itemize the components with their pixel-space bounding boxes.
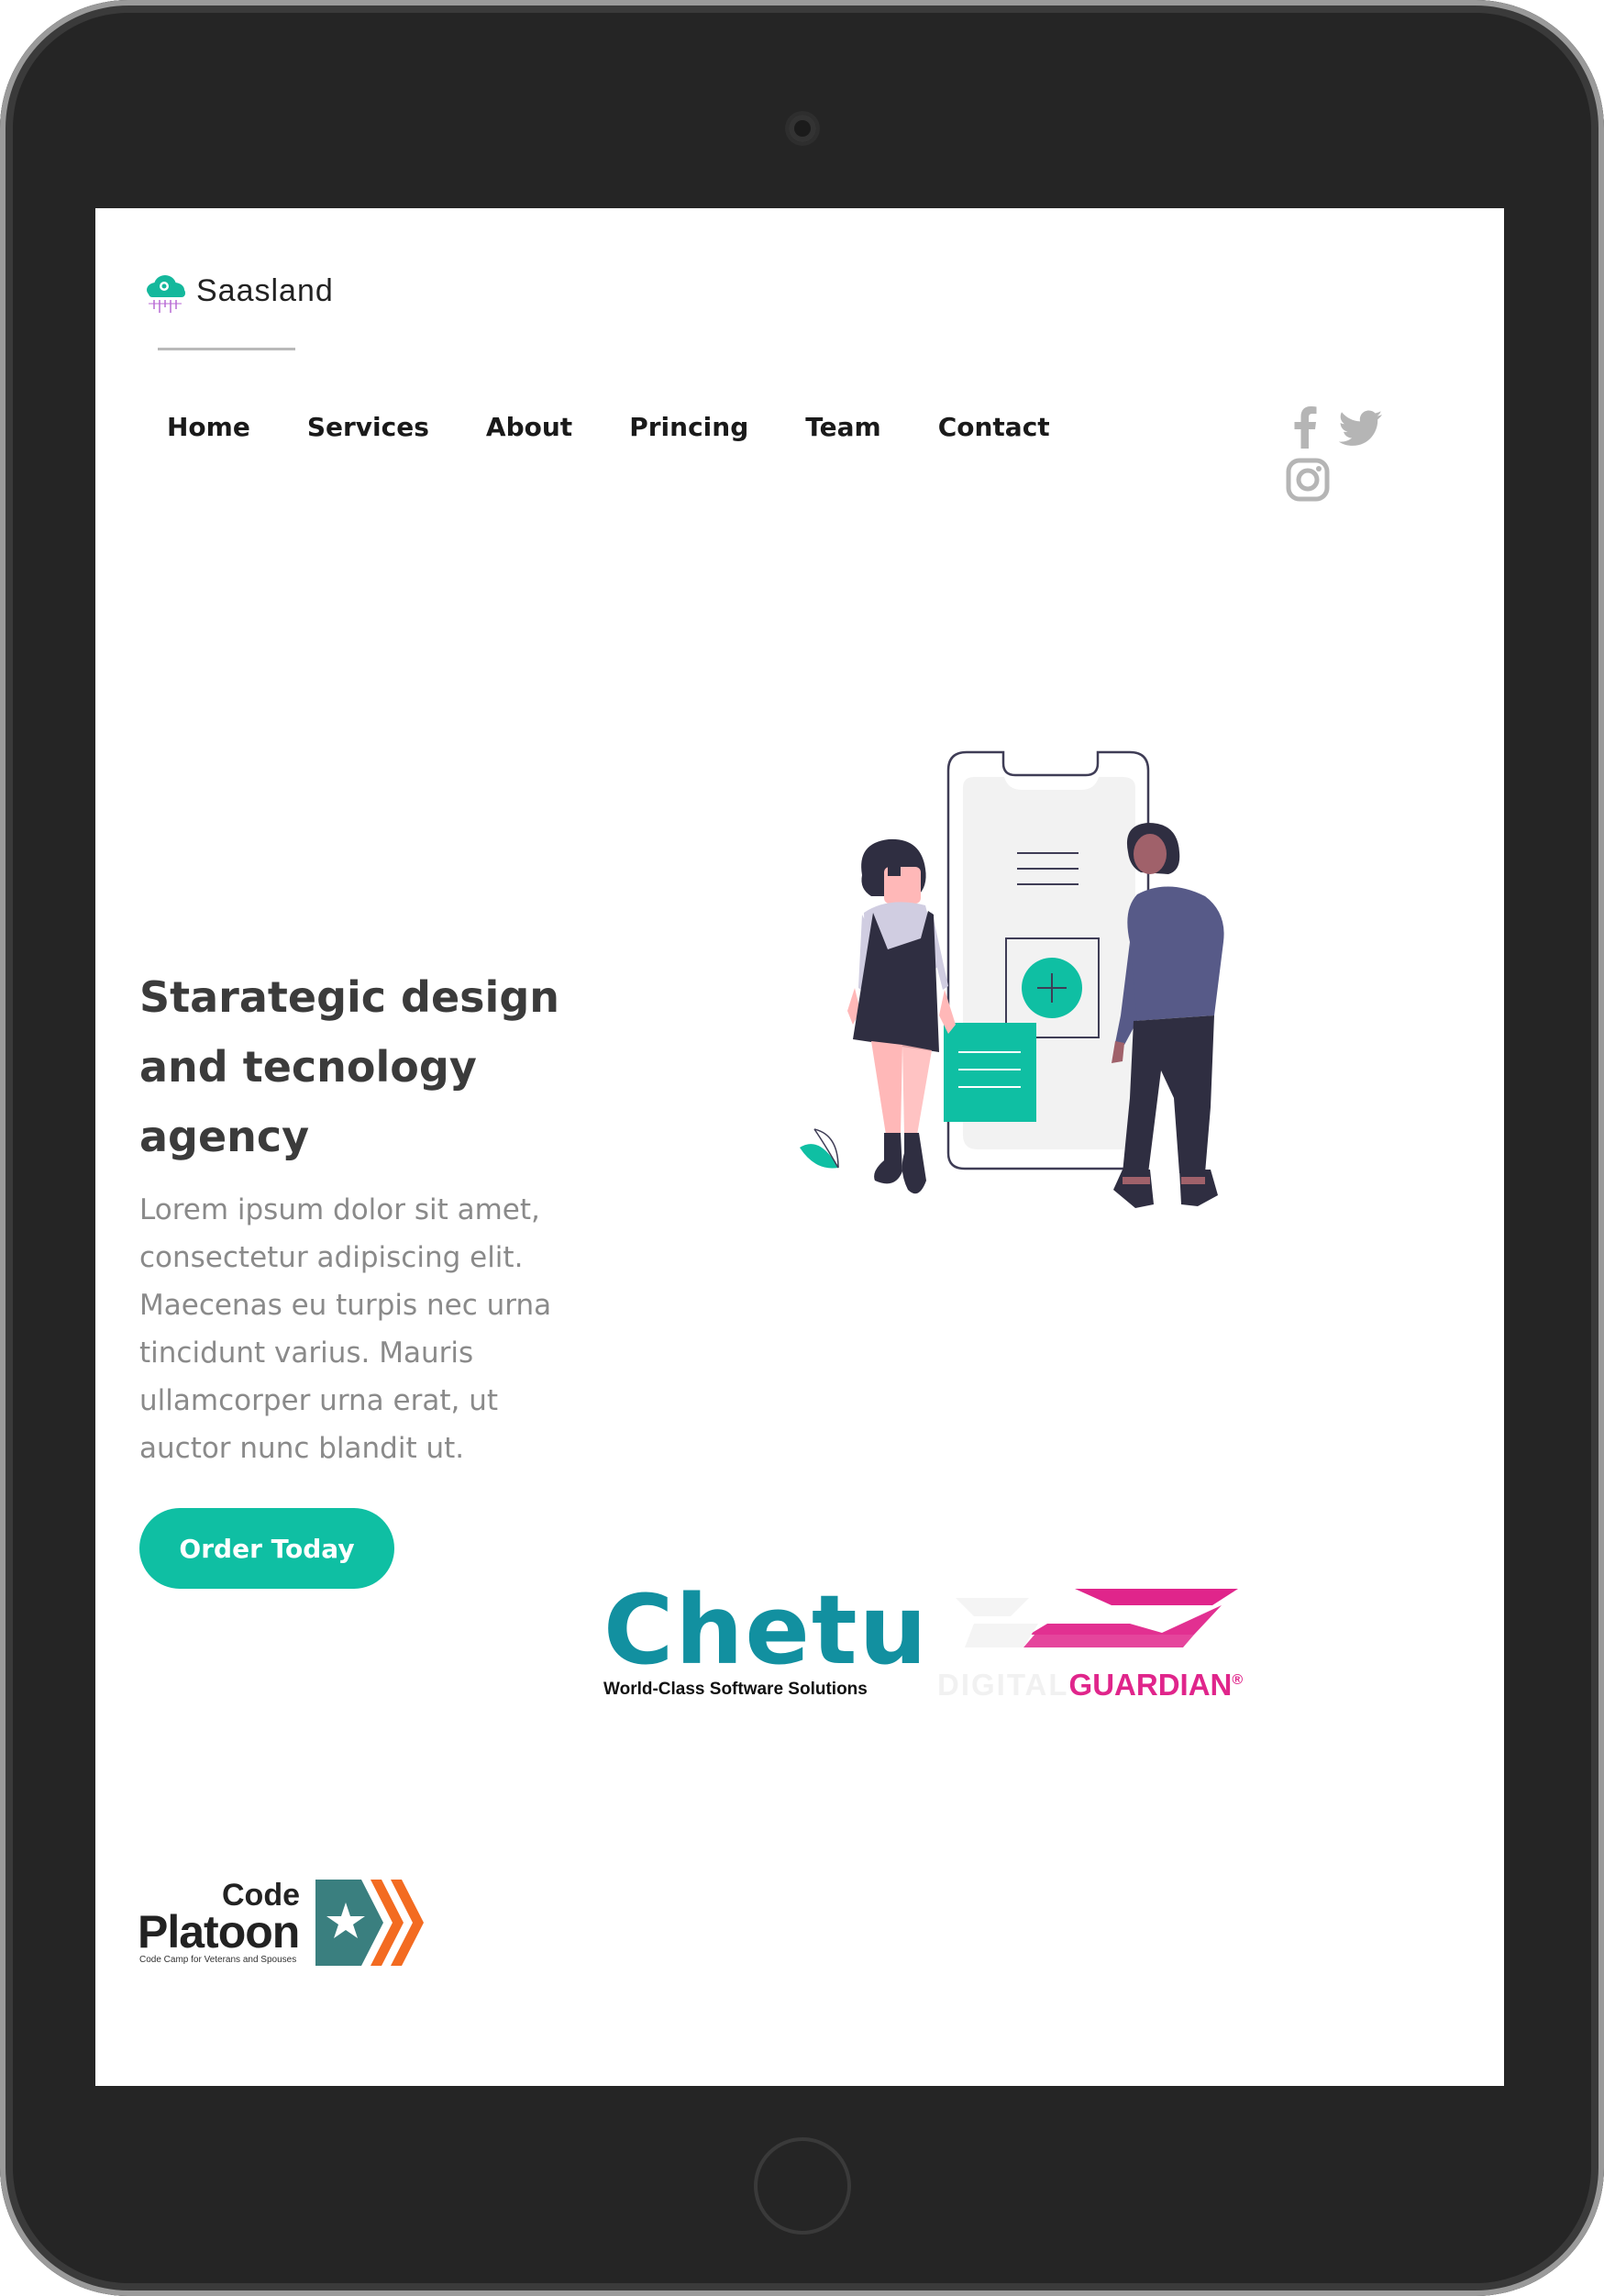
guardian-word: GUARDIAN [1068, 1668, 1233, 1702]
twitter-icon[interactable] [1339, 410, 1383, 447]
woman-figure [847, 838, 956, 1194]
nav-item-services[interactable]: Services [307, 412, 429, 442]
hero-illustration [800, 750, 1224, 1208]
nav-item-pricing[interactable]: Princing [629, 412, 748, 442]
brand-name: Saasland [196, 272, 334, 308]
main-nav: Home Services About Princing Team Contac… [167, 412, 1107, 442]
nav-item-about[interactable]: About [486, 412, 572, 442]
digital-word: DIGITAL [937, 1668, 1069, 1702]
code-platoon-tagline: Code Camp for Veterans and Spouses [139, 1955, 297, 1965]
phone-illustration [944, 750, 1150, 1170]
front-camera [789, 115, 816, 142]
hero-headline: Starategic design and tecnology agency [139, 972, 560, 1161]
screen: Saasland Home Services About Princing Te… [95, 208, 1504, 2086]
logo-divider [158, 348, 295, 350]
leaf-illustration [800, 1128, 839, 1169]
code-platoon-logo: Code Platoon Code Camp for Veterans and … [138, 1878, 431, 1969]
nav-item-team[interactable]: Team [805, 412, 880, 442]
instagram-icon[interactable] [1286, 458, 1330, 502]
registered-mark: ® [1232, 1672, 1244, 1688]
guardian-shield-icon [956, 1589, 1238, 1647]
hero-description: Lorem ipsum dolor sit amet, consectetur … [139, 1193, 552, 1465]
chevron-star-icon [315, 1880, 424, 1966]
chetu-tagline: World-Class Software Solutions [603, 1680, 868, 1699]
platoon-word: Platoon [138, 1906, 300, 1958]
home-button[interactable] [754, 2137, 851, 2235]
digital-guardian-wordmark: DIGITALGUARDIAN® [937, 1668, 1243, 1703]
nav-item-contact[interactable]: Contact [938, 412, 1050, 442]
nav-item-home[interactable]: Home [167, 412, 250, 442]
brand-logo[interactable]: Saasland [141, 265, 334, 316]
facebook-icon[interactable] [1293, 405, 1317, 449]
order-today-button[interactable]: Order Today [139, 1508, 394, 1589]
chetu-wordmark: Chetu [603, 1574, 929, 1686]
digital-guardian-logo: DIGITALGUARDIAN® [937, 1580, 1243, 1702]
cloud-logo-icon [147, 275, 185, 313]
tablet-frame: Saasland Home Services About Princing Te… [0, 0, 1604, 2296]
chetu-logo: Chetu World-Class Software Solutions [603, 1574, 929, 1700]
